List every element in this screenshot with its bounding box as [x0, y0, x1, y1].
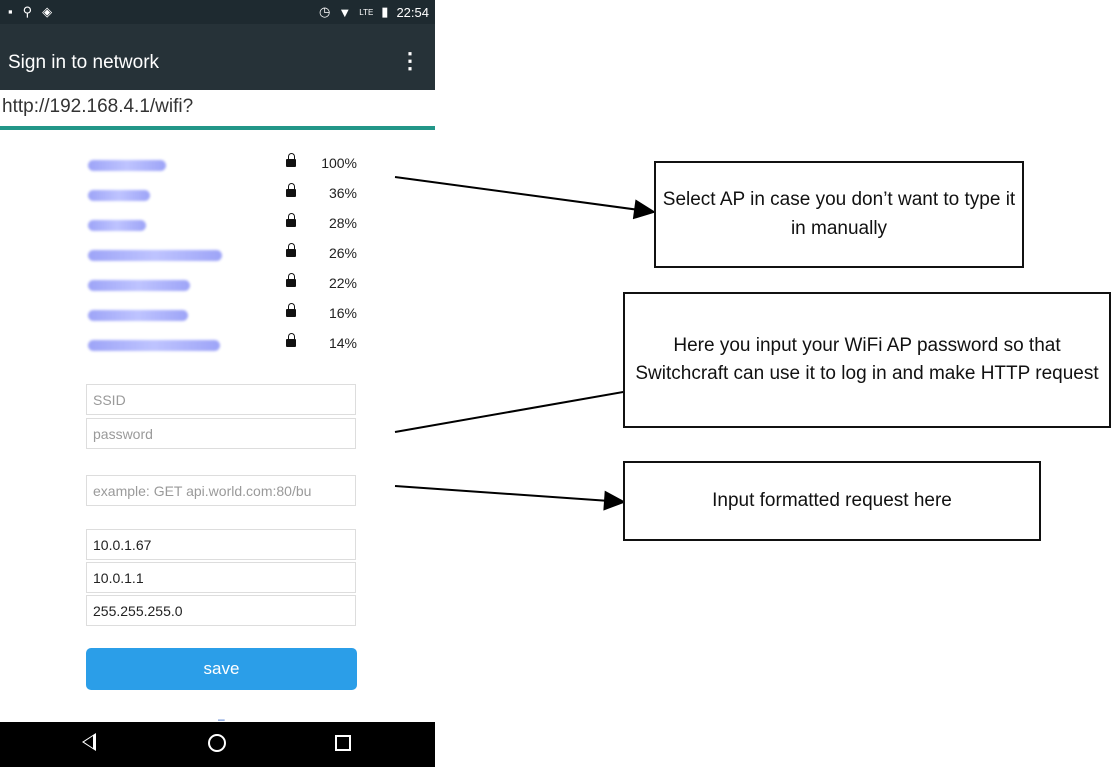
callout-select-ap: Select AP in case you don’t want to type… [654, 161, 1024, 268]
arrow-request [394, 485, 626, 511]
callout-request: Input formatted request here [623, 461, 1041, 541]
callout-password: Here you input your WiFi AP password so … [623, 292, 1111, 428]
arrow-select-ap [394, 176, 656, 220]
